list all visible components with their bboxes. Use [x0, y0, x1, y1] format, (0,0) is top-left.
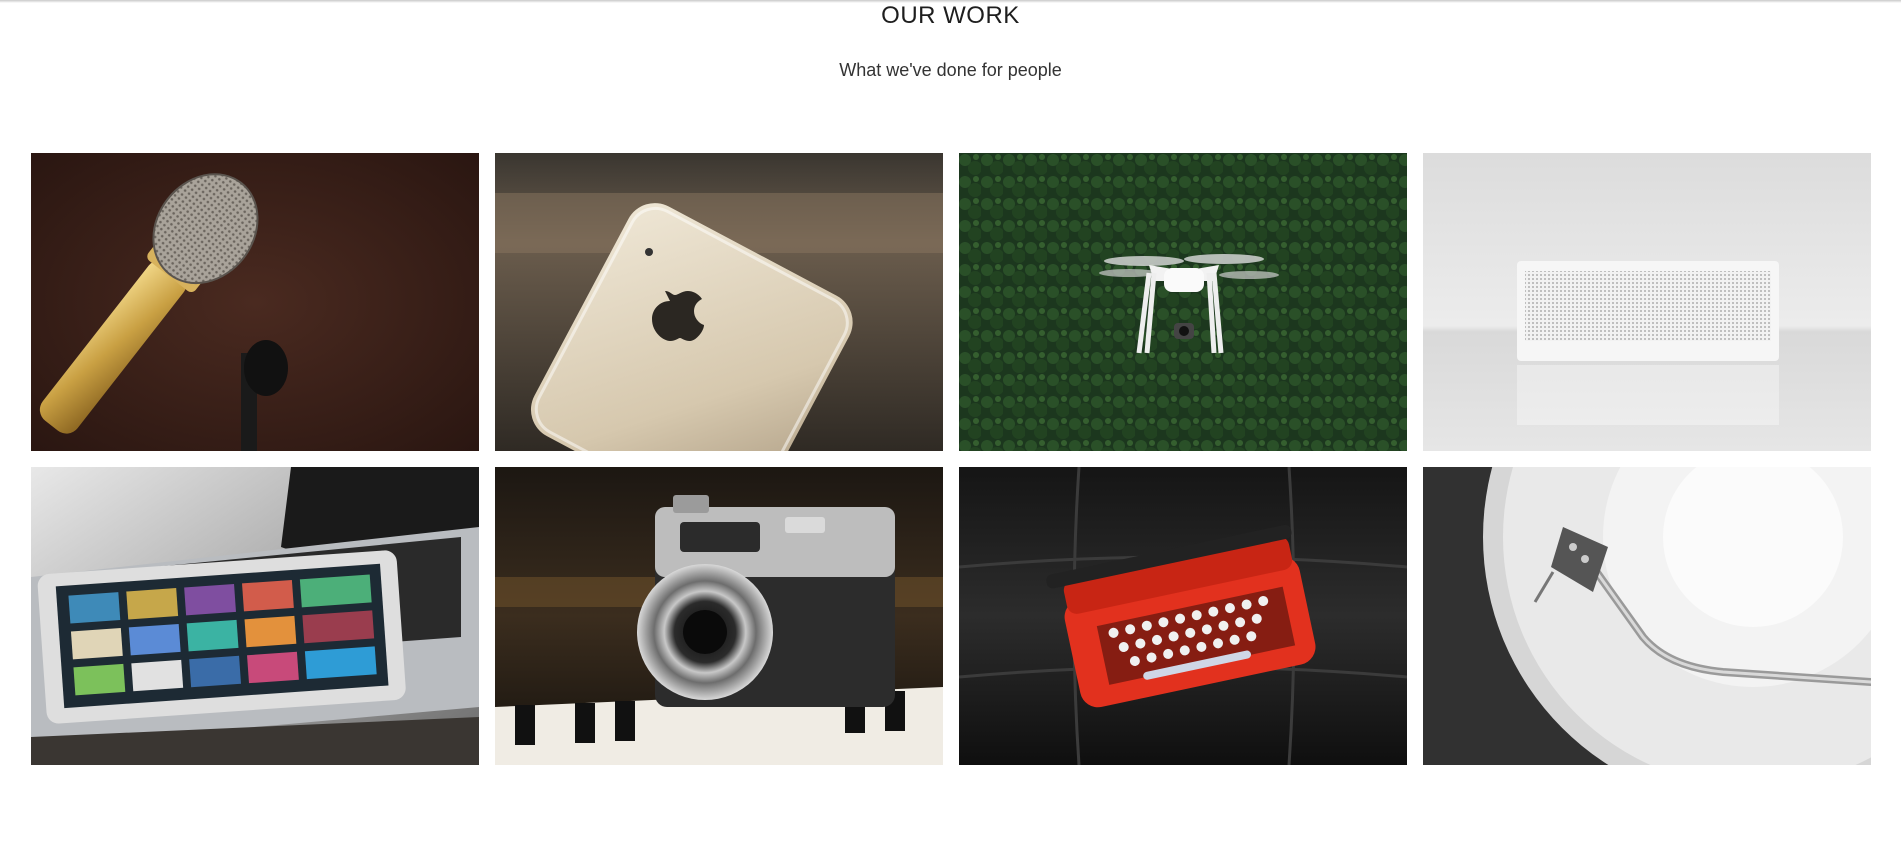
camera-photo — [495, 467, 943, 765]
typewriter-photo — [959, 467, 1407, 765]
portfolio-item-smartphone[interactable] — [495, 153, 943, 451]
our-work-section: OUR WORK What we've done for people — [0, 0, 1901, 866]
speaker-photo — [1423, 153, 1871, 451]
portfolio-item-typewriter[interactable] — [959, 467, 1407, 765]
portfolio-item-turntable[interactable] — [1423, 467, 1871, 765]
tablet-photo — [31, 467, 479, 765]
turntable-photo — [1423, 467, 1871, 765]
smartphone-photo — [495, 153, 943, 451]
portfolio-grid — [31, 153, 1871, 765]
section-title: OUR WORK — [881, 2, 1020, 29]
microphone-photo — [31, 153, 479, 451]
portfolio-item-tablet[interactable] — [31, 467, 479, 765]
portfolio-item-speaker[interactable] — [1423, 153, 1871, 451]
portfolio-item-drone[interactable] — [959, 153, 1407, 451]
section-subtitle: What we've done for people — [839, 60, 1062, 80]
drone-photo — [959, 153, 1407, 451]
portfolio-item-microphone[interactable] — [31, 153, 479, 451]
portfolio-item-camera[interactable] — [495, 467, 943, 765]
